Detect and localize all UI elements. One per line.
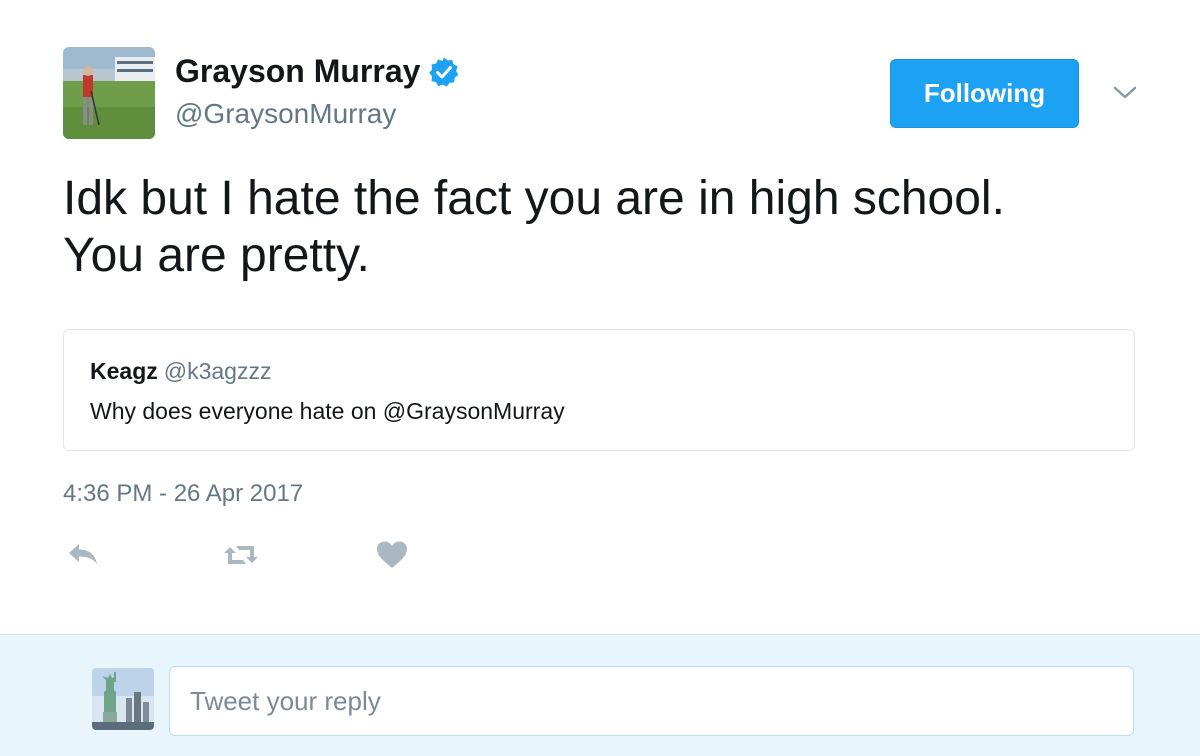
tweet-text: Idk but I hate the fact you are in high … — [63, 172, 1005, 282]
following-button[interactable]: Following — [890, 59, 1079, 128]
author-avatar[interactable] — [63, 47, 155, 139]
author-handle[interactable]: @GraysonMurray — [175, 98, 396, 130]
reply-icon[interactable] — [66, 540, 100, 570]
reply-input[interactable] — [169, 666, 1134, 736]
quoted-tweet-header: Keagz @k3agzzz — [90, 358, 271, 385]
author-name-text: Grayson Murray — [175, 53, 421, 89]
like-icon[interactable] — [375, 540, 409, 570]
quoted-tweet-text: Why does everyone hate on @GraysonMurray — [90, 398, 565, 424]
verified-badge-icon — [428, 56, 460, 88]
chevron-down-icon[interactable] — [1110, 80, 1140, 104]
quoted-tweet[interactable]: Keagz @k3agzzz Why does everyone hate on … — [63, 329, 1135, 451]
tweet-timestamp[interactable]: 4:36 PM - 26 Apr 2017 — [63, 480, 303, 508]
retweet-icon[interactable] — [222, 540, 260, 570]
quoted-author-handle: @k3agzzz — [163, 358, 272, 384]
author-display-name[interactable]: Grayson Murray — [175, 53, 460, 90]
reply-bar — [0, 634, 1200, 756]
viewer-avatar — [92, 668, 154, 730]
quoted-author-name: Keagz — [90, 358, 158, 384]
tweet-card: Grayson Murray @GraysonMurray Following … — [0, 0, 1200, 634]
